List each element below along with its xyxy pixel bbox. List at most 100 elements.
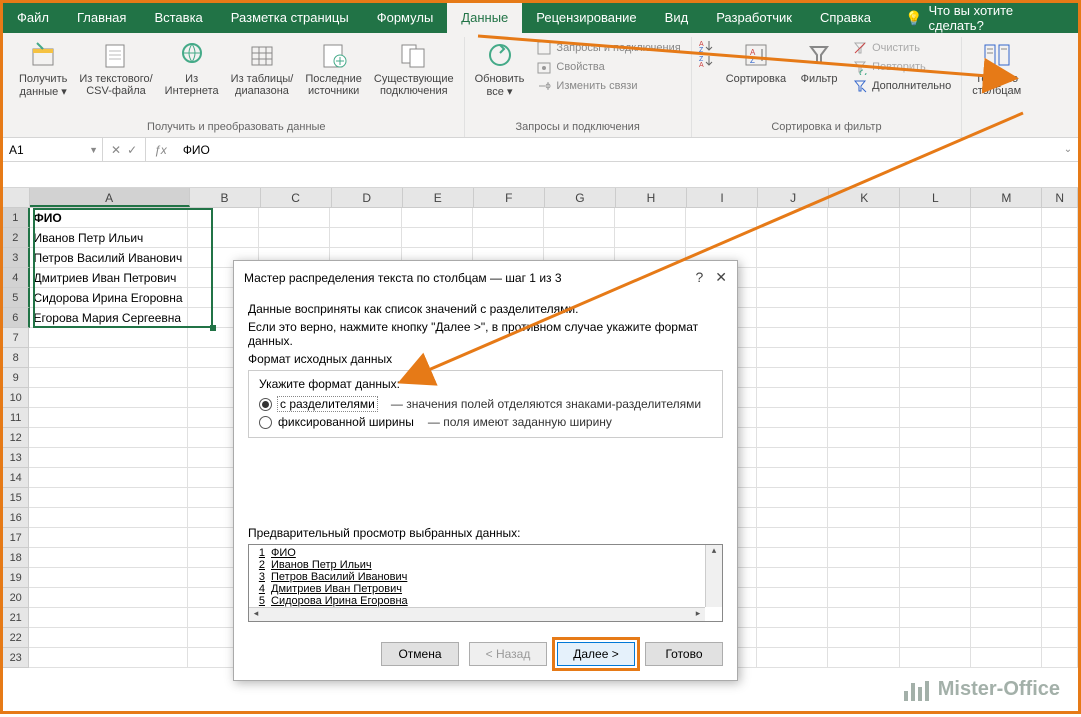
cell[interactable] <box>29 508 188 528</box>
cell[interactable] <box>259 208 330 228</box>
cell[interactable] <box>29 368 188 388</box>
column-header[interactable]: K <box>829 188 900 207</box>
cell[interactable] <box>544 208 615 228</box>
cell[interactable] <box>971 348 1042 368</box>
cell[interactable] <box>900 408 971 428</box>
cell[interactable] <box>1042 408 1078 428</box>
row-header[interactable]: 18 <box>3 548 29 568</box>
menu-tab-вставка[interactable]: Вставка <box>140 3 216 33</box>
cell[interactable] <box>1042 328 1078 348</box>
sort-button[interactable]: AZ Сортировка <box>722 37 790 87</box>
cell[interactable] <box>1042 508 1078 528</box>
cell[interactable] <box>1042 428 1078 448</box>
cell[interactable] <box>900 328 971 348</box>
cell[interactable] <box>900 228 971 248</box>
column-header[interactable]: M <box>971 188 1042 207</box>
cell[interactable] <box>29 548 188 568</box>
cell[interactable] <box>828 628 899 648</box>
cell[interactable] <box>757 548 828 568</box>
row-header[interactable]: 12 <box>3 428 29 448</box>
menu-tab-вид[interactable]: Вид <box>651 3 703 33</box>
cell[interactable] <box>473 208 544 228</box>
ribbon-button[interactable]: Последние источники <box>301 37 366 99</box>
cell[interactable] <box>971 408 1042 428</box>
cell[interactable] <box>29 328 188 348</box>
cell[interactable] <box>828 548 899 568</box>
cell[interactable] <box>971 268 1042 288</box>
cell[interactable] <box>828 608 899 628</box>
close-icon[interactable]: ✕ <box>715 269 727 286</box>
ribbon-small-button[interactable]: Повторить <box>848 58 955 76</box>
column-header[interactable]: G <box>545 188 616 207</box>
cell[interactable] <box>828 528 899 548</box>
cell[interactable] <box>615 208 686 228</box>
ribbon-button[interactable]: Из текстового/ CSV-файла <box>75 37 156 99</box>
radio-delimited-label[interactable]: с разделителями <box>278 397 377 411</box>
menu-tab-файл[interactable]: Файл <box>3 3 63 33</box>
cell[interactable] <box>900 248 971 268</box>
cell[interactable] <box>188 228 259 248</box>
column-header[interactable]: L <box>900 188 971 207</box>
cell[interactable] <box>757 528 828 548</box>
row-header[interactable]: 19 <box>3 568 29 588</box>
row-header[interactable]: 4 <box>3 268 30 288</box>
cell[interactable] <box>1042 248 1078 268</box>
ribbon-button[interactable]: Существующие подключения <box>370 37 458 99</box>
radio-fixed-width[interactable] <box>259 416 272 429</box>
cell[interactable] <box>29 648 188 668</box>
cell[interactable] <box>828 268 899 288</box>
cell[interactable] <box>29 488 188 508</box>
row-header[interactable]: 21 <box>3 608 29 628</box>
column-header[interactable]: A <box>30 188 190 207</box>
select-all-corner[interactable] <box>3 188 30 207</box>
ribbon-button[interactable]: Получить данные ▾ <box>15 37 71 100</box>
cell[interactable] <box>757 568 828 588</box>
cell[interactable] <box>29 448 188 468</box>
ribbon-small-button[interactable]: Изменить связи <box>532 77 684 95</box>
cell[interactable] <box>1042 648 1078 668</box>
cell[interactable] <box>900 548 971 568</box>
cell[interactable] <box>757 268 828 288</box>
row-header[interactable]: 5 <box>3 288 30 308</box>
cell[interactable] <box>1042 288 1078 308</box>
cell[interactable] <box>757 388 828 408</box>
cell[interactable] <box>757 648 828 668</box>
cell[interactable] <box>29 588 188 608</box>
cell[interactable] <box>1042 548 1078 568</box>
cell[interactable] <box>1042 348 1078 368</box>
cell[interactable] <box>828 428 899 448</box>
cell[interactable] <box>828 208 899 228</box>
cell[interactable] <box>757 228 828 248</box>
cell[interactable] <box>828 448 899 468</box>
cell[interactable] <box>900 308 971 328</box>
cell[interactable] <box>757 488 828 508</box>
column-header[interactable]: B <box>190 188 261 207</box>
row-header[interactable]: 1 <box>3 208 30 228</box>
cell[interactable] <box>1042 308 1078 328</box>
column-header[interactable]: D <box>332 188 403 207</box>
cell[interactable] <box>900 268 971 288</box>
row-header[interactable]: 3 <box>3 248 30 268</box>
tell-me-search[interactable]: 💡Что вы хотите сделать? <box>893 3 1078 33</box>
formula-input[interactable] <box>175 138 1058 161</box>
cell[interactable] <box>757 308 828 328</box>
row-header[interactable]: 15 <box>3 488 29 508</box>
filter-button[interactable]: Фильтр <box>794 37 844 87</box>
row-header[interactable]: 13 <box>3 448 29 468</box>
cell[interactable] <box>900 388 971 408</box>
cell[interactable] <box>686 228 757 248</box>
column-header[interactable]: J <box>758 188 829 207</box>
row-header[interactable]: 6 <box>3 308 30 328</box>
cell[interactable] <box>900 488 971 508</box>
cell[interactable] <box>971 648 1042 668</box>
ribbon-small-button[interactable]: Очистить <box>848 39 955 57</box>
cell[interactable] <box>828 288 899 308</box>
cell[interactable] <box>900 528 971 548</box>
finish-button[interactable]: Готово <box>645 642 723 666</box>
cell[interactable] <box>29 628 188 648</box>
row-header[interactable]: 7 <box>3 328 29 348</box>
row-header[interactable]: 16 <box>3 508 29 528</box>
cell[interactable] <box>1042 568 1078 588</box>
cell[interactable] <box>757 368 828 388</box>
cell[interactable] <box>757 408 828 428</box>
